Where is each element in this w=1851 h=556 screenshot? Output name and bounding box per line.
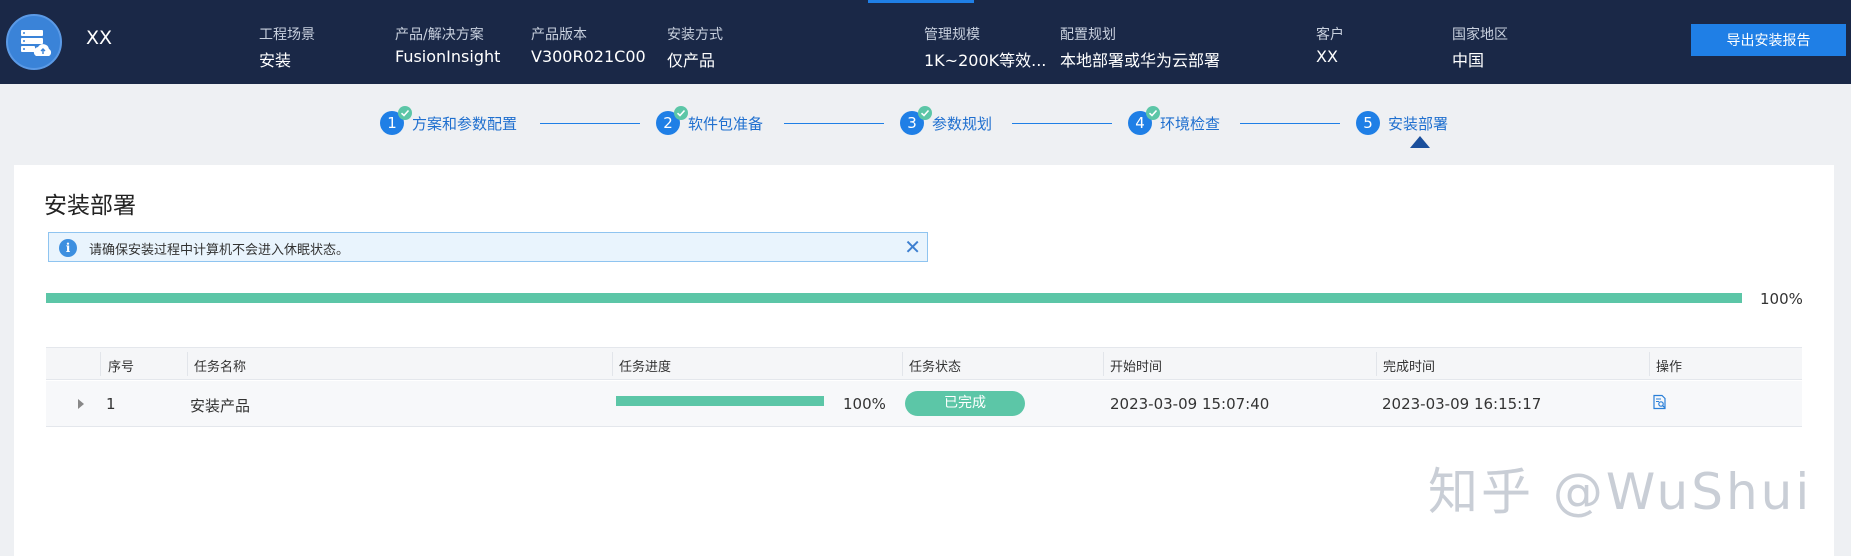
column-header-task-name: 任务名称: [194, 360, 247, 375]
task-progress-bar: [616, 396, 824, 406]
step-label: 参数规划: [932, 114, 993, 133]
info-region-value: 中国: [1452, 51, 1485, 70]
close-icon[interactable]: ✕: [904, 235, 921, 259]
info-customer: 客户 XX: [1316, 24, 1344, 66]
column-divider: [902, 352, 903, 376]
check-icon: [398, 106, 412, 120]
info-scenario-key: 工程场景: [259, 27, 315, 43]
info-deploy-plan: 配置规划 本地部署或华为云部署: [1060, 24, 1220, 71]
check-icon: [674, 106, 688, 120]
info-customer-value: XX: [1316, 47, 1338, 66]
view-details-icon[interactable]: [1652, 394, 1668, 410]
column-header-index: 序号: [108, 360, 135, 375]
info-install-mode: 安装方式 仅产品: [667, 24, 723, 71]
task-progress-fill: [616, 396, 824, 406]
column-divider: [1649, 352, 1650, 376]
top-header: XX 工程场景 安装 产品/解决方案 FusionInsight 产品版本 V3…: [0, 0, 1851, 84]
info-scenario-value: 安装: [259, 51, 292, 70]
alert-banner: i 请确保安装过程中计算机不会进入休眠状态。 ✕: [48, 232, 928, 262]
watermark: 知乎 @WuShui: [1428, 463, 1813, 521]
step-connector: [1012, 123, 1112, 124]
step-connector: [784, 123, 884, 124]
column-divider: [612, 352, 613, 376]
column-header-actions: 操作: [1656, 360, 1683, 375]
step-number-badge: 2: [656, 106, 688, 135]
info-scale: 管理规模 1K~200K等效...: [924, 24, 1046, 71]
column-divider: [1103, 352, 1104, 376]
info-customer-key: 客户: [1316, 27, 1344, 43]
info-version-value: V300R021C00: [531, 47, 646, 66]
status-badge: 已完成: [905, 391, 1025, 416]
row-index: 1: [106, 395, 116, 413]
info-version-key: 产品版本: [531, 27, 587, 43]
info-deploy-plan-value: 本地部署或华为云部署: [1060, 51, 1221, 70]
step-number-badge: 5: [1356, 111, 1380, 135]
step-env-check[interactable]: 4 环境检查: [1128, 106, 1221, 135]
info-deploy-plan-key: 配置规划: [1060, 27, 1116, 43]
check-icon: [918, 106, 932, 120]
table-row: 1 安装产品 100% 已完成 2023-03-09 15:07:40 2023…: [46, 381, 1802, 427]
check-icon: [1146, 106, 1160, 120]
step-label: 软件包准备: [688, 114, 764, 133]
step-label: 方案和参数配置: [412, 114, 518, 133]
column-divider: [100, 352, 101, 376]
step-install-deploy[interactable]: 5 安装部署: [1356, 111, 1448, 135]
product-logo-icon: [6, 14, 62, 70]
app-name: XX: [86, 27, 113, 49]
step-package-prep[interactable]: 2 软件包准备: [656, 106, 764, 135]
info-scenario: 工程场景 安装: [259, 24, 315, 71]
step-label: 环境检查: [1160, 114, 1221, 133]
info-version: 产品版本 V300R021C00: [531, 24, 646, 66]
row-progress-label: 100%: [843, 395, 886, 413]
column-header-task-progress: 任务进度: [619, 360, 672, 375]
export-report-button[interactable]: 导出安装报告: [1691, 24, 1846, 56]
overall-progress-fill: [46, 293, 1742, 303]
info-install-mode-key: 安装方式: [667, 27, 723, 43]
column-header-start-time: 开始时间: [1110, 360, 1163, 375]
info-region: 国家地区 中国: [1452, 24, 1508, 71]
step-number-badge: 4: [1128, 106, 1160, 135]
column-divider: [187, 352, 188, 376]
info-region-key: 国家地区: [1452, 27, 1508, 43]
info-icon: i: [59, 239, 77, 257]
row-task-name: 安装产品: [190, 397, 251, 415]
info-product-key: 产品/解决方案: [395, 27, 484, 43]
page-title: 安装部署: [44, 193, 136, 219]
current-step-caret-icon: [1410, 136, 1430, 148]
header-accent-bar: [868, 0, 974, 3]
row-end-time: 2023-03-09 16:15:17: [1382, 395, 1542, 413]
step-number-badge: 3: [900, 106, 932, 135]
info-install-mode-value: 仅产品: [667, 51, 716, 70]
column-header-end-time: 完成时间: [1383, 360, 1436, 375]
overall-progress-label: 100%: [1760, 290, 1803, 308]
task-table-header: 序号 任务名称 任务进度 任务状态 开始时间 完成时间 操作: [46, 347, 1802, 380]
step-scheme-config[interactable]: 1 方案和参数配置: [380, 106, 518, 135]
alert-text: 请确保安装过程中计算机不会进入休眠状态。: [89, 243, 350, 258]
info-scale-key: 管理规模: [924, 27, 980, 43]
row-start-time: 2023-03-09 15:07:40: [1110, 395, 1270, 413]
step-label: 安装部署: [1388, 114, 1449, 133]
step-connector: [540, 123, 640, 124]
info-scale-value: 1K~200K等效...: [924, 51, 1047, 70]
column-divider: [1376, 352, 1377, 376]
overall-progress-bar: [46, 293, 1742, 303]
step-connector: [1240, 123, 1340, 124]
step-param-planning[interactable]: 3 参数规划: [900, 106, 993, 135]
expand-row-icon[interactable]: [78, 399, 84, 409]
column-header-task-status: 任务状态: [909, 360, 962, 375]
step-number-badge: 1: [380, 106, 412, 135]
info-product: 产品/解决方案 FusionInsight: [395, 24, 500, 66]
info-product-value: FusionInsight: [395, 47, 501, 66]
